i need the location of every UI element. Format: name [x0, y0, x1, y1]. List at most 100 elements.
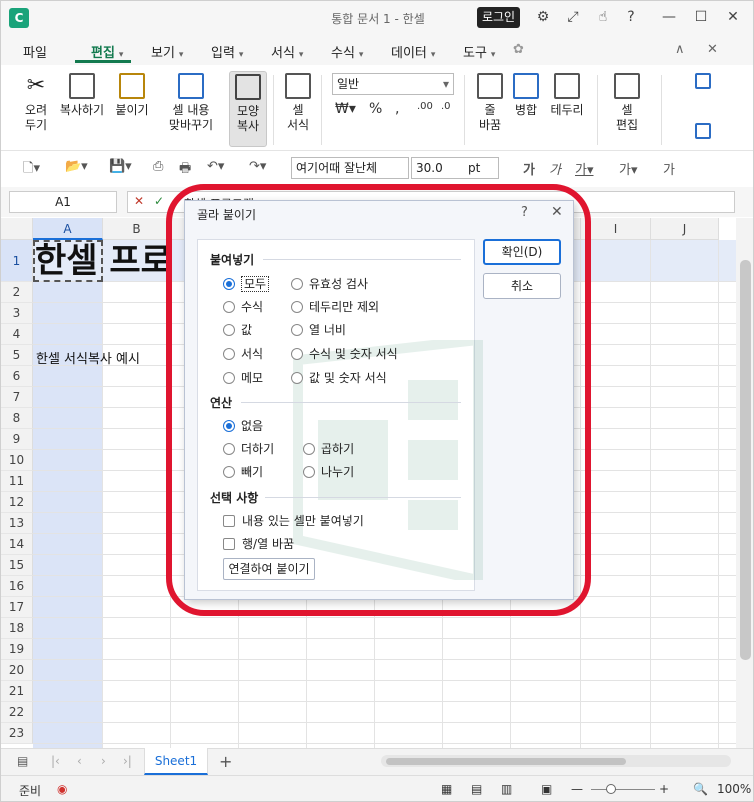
- undo-icon[interactable]: ↶▾: [207, 159, 224, 174]
- ribbon-close-icon[interactable]: ✕: [707, 42, 718, 57]
- paste-option-radio[interactable]: 값: [223, 321, 252, 338]
- row-header[interactable]: 12: [1, 492, 33, 513]
- row-header[interactable]: 14: [1, 534, 33, 555]
- copy-button[interactable]: 복사하기: [57, 73, 107, 118]
- row-header[interactable]: 7: [1, 387, 33, 408]
- print-preview-icon[interactable]: ⎙: [153, 159, 163, 174]
- zoom-slider[interactable]: [591, 789, 655, 790]
- page-break-icon[interactable]: ▥: [501, 782, 512, 796]
- select-all-corner[interactable]: [1, 218, 33, 240]
- row-header[interactable]: 15: [1, 555, 33, 576]
- insert-cells-icon[interactable]: [689, 73, 717, 93]
- column-header[interactable]: B: [103, 218, 171, 240]
- open-folder-icon[interactable]: 📂▾: [65, 159, 88, 174]
- redo-icon[interactable]: ↷▾: [249, 159, 266, 174]
- italic-icon[interactable]: 가: [549, 159, 561, 178]
- cell-style-button[interactable]: 셀 서식: [281, 73, 315, 133]
- comma-icon[interactable]: ,: [395, 101, 399, 117]
- cell-a1[interactable]: 한셀 프로: [35, 241, 172, 281]
- row-header[interactable]: 18: [1, 618, 33, 639]
- row-header[interactable]: 3: [1, 303, 33, 324]
- vertical-scrollbar[interactable]: [736, 218, 753, 748]
- menu-tools[interactable]: 도구 ▾: [463, 42, 495, 61]
- merge-button[interactable]: 병합: [509, 73, 543, 118]
- zoom-out-icon[interactable]: —: [571, 782, 583, 796]
- add-sheet-button[interactable]: +: [219, 752, 232, 771]
- skip-blanks-checkbox[interactable]: 내용 있는 셀만 붙여넣기: [223, 512, 364, 529]
- font-effect-icon[interactable]: 가: [663, 159, 675, 178]
- format-painter-button[interactable]: 모양 복사: [229, 71, 267, 147]
- currency-icon[interactable]: ₩▾: [335, 101, 356, 117]
- row-header[interactable]: 19: [1, 639, 33, 660]
- paste-option-radio[interactable]: 열 너비: [291, 321, 346, 338]
- row-header[interactable]: 21: [1, 681, 33, 702]
- confirm-edit-icon[interactable]: ✓: [154, 194, 164, 208]
- scroll-thumb[interactable]: [740, 260, 751, 660]
- paste-option-radio[interactable]: 값 및 숫자 서식: [291, 369, 387, 386]
- column-header[interactable]: J: [651, 218, 719, 240]
- touch-mode-icon[interactable]: ☝: [593, 9, 613, 25]
- underline-icon[interactable]: 가▾: [575, 159, 594, 178]
- row-header[interactable]: 2: [1, 282, 33, 303]
- name-box[interactable]: A1: [9, 191, 117, 213]
- zoom-fit-icon[interactable]: ▣: [541, 782, 552, 796]
- page-layout-icon[interactable]: ▤: [471, 782, 482, 796]
- column-header[interactable]: A: [33, 218, 103, 240]
- row-header[interactable]: 13: [1, 513, 33, 534]
- row-header[interactable]: 10: [1, 450, 33, 471]
- settings-gear-icon[interactable]: ⚙: [533, 9, 553, 25]
- menu-format[interactable]: 서식 ▾: [271, 42, 303, 61]
- row-header[interactable]: 1: [1, 240, 33, 282]
- increase-decimal-icon[interactable]: .00: [417, 101, 433, 112]
- wrap-text-button[interactable]: 줄 바꿈: [473, 73, 507, 133]
- row-header[interactable]: 17: [1, 597, 33, 618]
- zoom-search-icon[interactable]: 🔍: [693, 782, 708, 796]
- paste-option-radio[interactable]: 테두리만 제외: [291, 298, 379, 315]
- new-document-icon[interactable]: 🗋▾: [23, 159, 40, 181]
- close-window-icon[interactable]: ✕: [723, 9, 743, 25]
- row-header[interactable]: 8: [1, 408, 33, 429]
- strikethrough-icon[interactable]: 가▾: [619, 159, 638, 178]
- row-header[interactable]: 22: [1, 702, 33, 723]
- op-add-radio[interactable]: 더하기: [223, 440, 274, 457]
- first-sheet-icon[interactable]: |‹: [51, 754, 60, 768]
- row-header[interactable]: 11: [1, 471, 33, 492]
- transpose-checkbox[interactable]: 행/열 바꿈: [223, 535, 294, 552]
- plugin-icon[interactable]: ✿: [513, 42, 524, 57]
- paste-option-radio[interactable]: 유효성 검사: [291, 275, 368, 292]
- prev-sheet-icon[interactable]: ‹: [77, 754, 82, 768]
- delete-cells-icon[interactable]: [689, 123, 717, 143]
- paste-option-radio[interactable]: 메모: [223, 369, 263, 386]
- row-header[interactable]: 20: [1, 660, 33, 681]
- decrease-decimal-icon[interactable]: .0: [441, 101, 451, 112]
- op-subtract-radio[interactable]: 빼기: [223, 463, 263, 480]
- record-macro-icon[interactable]: ◉: [57, 782, 67, 796]
- paste-option-radio[interactable]: 수식: [223, 298, 263, 315]
- zoom-in-icon[interactable]: +: [659, 782, 669, 796]
- cell-edit-button[interactable]: 셀 편집: [607, 73, 647, 133]
- maximize-icon[interactable]: ☐: [691, 9, 711, 25]
- paste-option-radio[interactable]: 수식 및 숫자 서식: [291, 345, 398, 362]
- sheet-list-icon[interactable]: ▤: [17, 754, 28, 768]
- row-header[interactable]: 4: [1, 324, 33, 345]
- cancel-edit-icon[interactable]: ✕: [134, 194, 144, 208]
- menu-file[interactable]: 파일: [23, 42, 47, 61]
- menu-view[interactable]: 보기 ▾: [151, 42, 183, 61]
- menu-data[interactable]: 데이터 ▾: [391, 42, 435, 61]
- percent-icon[interactable]: %: [369, 101, 382, 117]
- font-name-select[interactable]: 여기어때 잘난체: [291, 157, 409, 179]
- cell-a5[interactable]: 한셀 서식복사 예시: [36, 348, 140, 367]
- fullscreen-icon[interactable]: ⤢: [563, 9, 583, 25]
- bold-icon[interactable]: 가: [523, 159, 535, 178]
- ok-button[interactable]: 확인(D): [483, 239, 561, 265]
- op-multiply-radio[interactable]: 곱하기: [303, 440, 354, 457]
- menu-formula[interactable]: 수식 ▾: [331, 42, 363, 61]
- sheet-tab[interactable]: Sheet1: [144, 748, 208, 775]
- horizontal-scroll-thumb[interactable]: [386, 758, 626, 765]
- border-button[interactable]: 테두리: [547, 73, 587, 118]
- row-header[interactable]: 23: [1, 723, 33, 744]
- row-header[interactable]: 16: [1, 576, 33, 597]
- help-icon[interactable]: ?: [621, 9, 641, 25]
- op-divide-radio[interactable]: 나누기: [303, 463, 354, 480]
- column-header[interactable]: I: [581, 218, 651, 240]
